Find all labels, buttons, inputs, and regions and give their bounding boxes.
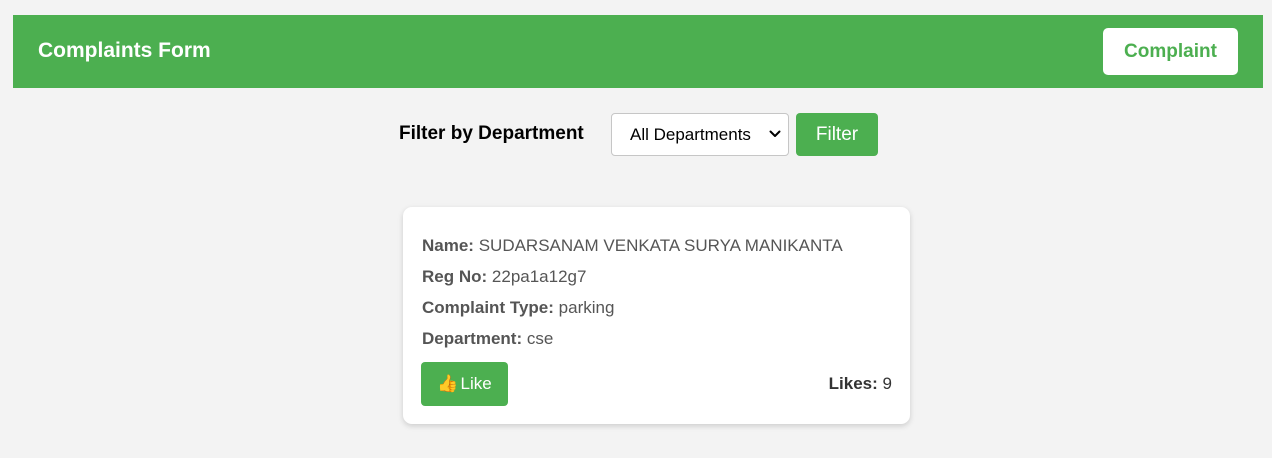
likes-count: Likes: 9 — [829, 374, 892, 394]
like-button-label: Like — [460, 374, 492, 393]
reg-no-label: Reg No: — [422, 267, 488, 286]
filter-label: Filter by Department — [399, 123, 584, 144]
likes-label: Likes: — [828, 374, 878, 393]
name-label: Name: — [422, 236, 474, 255]
likes-value: 9 — [882, 374, 892, 393]
department-select-value: All Departments — [630, 125, 751, 144]
filter-button[interactable]: Filter — [796, 113, 878, 156]
app-header: Complaints Form Complaint — [13, 15, 1263, 88]
department-label: Department: — [422, 329, 523, 348]
complaint-department: Department: cse — [422, 329, 553, 349]
name-value: SUDARSANAM VENKATA SURYA MANIKANTA — [478, 236, 843, 255]
thumbs-up-icon: 👍 — [437, 374, 459, 393]
reg-no-value: 22pa1a12g7 — [491, 267, 587, 286]
like-button[interactable]: 👍 Like — [421, 362, 508, 406]
complaint-name: Name: SUDARSANAM VENKATA SURYA MANIKANTA — [422, 236, 843, 256]
chevron-down-icon — [769, 130, 781, 137]
complaint-card: Name: SUDARSANAM VENKATA SURYA MANIKANTA… — [403, 207, 910, 424]
department-value: cse — [526, 329, 554, 348]
department-select[interactable]: All Departments — [611, 113, 789, 156]
complaint-type-label: Complaint Type: — [422, 298, 554, 317]
complaint-type: Complaint Type: parking — [422, 298, 614, 318]
complaint-type-value: parking — [558, 298, 615, 317]
complaint-button[interactable]: Complaint — [1103, 28, 1238, 75]
page-title: Complaints Form — [38, 39, 211, 62]
complaint-reg-no: Reg No: 22pa1a12g7 — [422, 267, 586, 287]
